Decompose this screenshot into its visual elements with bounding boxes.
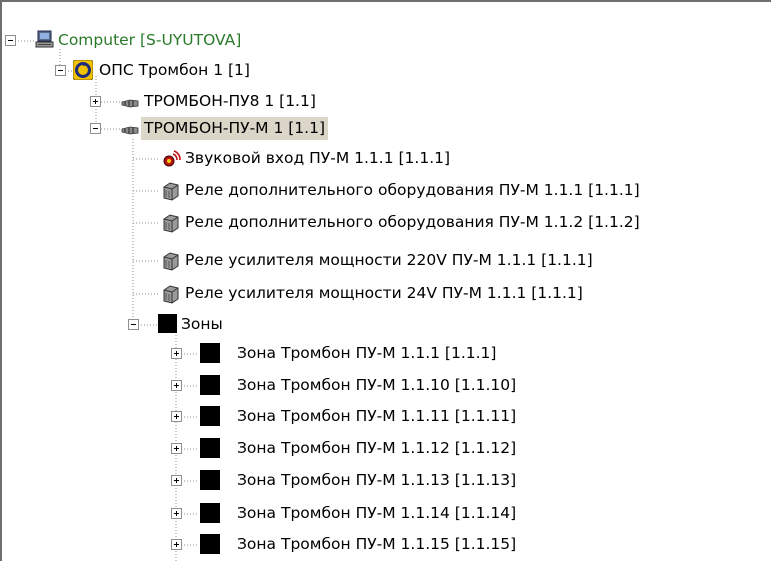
computer-icon [35, 30, 54, 48]
tree-node-label: ТРОМБОН-ПУ8 1 [1.1] [144, 92, 316, 110]
tree-node-zone[interactable]: Зона Тромбон ПУ-М 1.1.11 [1.1.11] [2, 403, 771, 431]
tree-node-pum[interactable]: ТРОМБОН-ПУ-М 1 [1.1] [2, 115, 771, 143]
tree-node-relay[interactable]: Реле усилителя мощности 220V ПУ-М 1.1.1 … [2, 247, 771, 275]
tree-node-relay[interactable]: Реле дополнительного оборудования ПУ-М 1… [2, 177, 771, 205]
tree-node-zone[interactable]: Зона Тромбон ПУ-М 1.1.1 [1.1.1] [2, 340, 771, 368]
tree-node-computer[interactable]: Computer [S-UYUTOVA] [2, 27, 771, 55]
tree-node-audio-input[interactable]: Звуковой вход ПУ-М 1.1.1 [1.1.1] [2, 145, 771, 173]
tree-node-zones[interactable]: Зоны [2, 311, 771, 339]
tree-node-label: Computer [S-UYUTOVA] [58, 31, 242, 49]
zone-icon [200, 534, 220, 554]
zone-icon [200, 375, 220, 395]
tree-node-label: Реле усилителя мощности 220V ПУ-М 1.1.1 … [185, 251, 593, 269]
tree-node-label: Зона Тромбон ПУ-М 1.1.14 [1.1.14] [237, 504, 517, 522]
relay-icon [163, 182, 179, 201]
tree-node-label: Зона Тромбон ПУ-М 1.1.13 [1.1.13] [237, 471, 517, 489]
tree-node-label: Зона Тромбон ПУ-М 1.1.1 [1.1.1] [237, 344, 497, 362]
tree-node-ops[interactable]: ОПС Тромбон 1 [1] [2, 57, 771, 85]
tree-node-label: Реле дополнительного оборудования ПУ-М 1… [185, 213, 640, 231]
tree-node-zone[interactable]: Зона Тромбон ПУ-М 1.1.10 [1.1.10] [2, 372, 771, 400]
expand-toggle[interactable] [90, 96, 101, 107]
tree-node-label: Зона Тромбон ПУ-М 1.1.12 [1.1.12] [237, 439, 517, 457]
zone-icon [200, 343, 220, 363]
zone-icon [200, 406, 220, 426]
tree-node-label: Зона Тромбон ПУ-М 1.1.15 [1.1.15] [237, 535, 517, 553]
ops-icon [73, 60, 93, 80]
zone-icon [200, 503, 220, 523]
tree-node-label: Зоны [181, 315, 223, 333]
tree-node-label: Зона Тромбон ПУ-М 1.1.10 [1.1.10] [237, 376, 517, 394]
collapse-toggle[interactable] [55, 65, 66, 76]
expand-toggle[interactable] [171, 443, 182, 454]
relay-icon [163, 214, 179, 233]
tree-node-label: Зона Тромбон ПУ-М 1.1.11 [1.1.11] [237, 407, 517, 425]
expand-toggle[interactable] [171, 348, 182, 359]
expand-toggle[interactable] [171, 380, 182, 391]
collapse-toggle[interactable] [90, 123, 101, 134]
device-icon [121, 126, 139, 135]
zone-icon [200, 470, 220, 490]
expand-toggle[interactable] [171, 508, 182, 519]
tree-node-relay[interactable]: Реле усилителя мощности 24V ПУ-М 1.1.1 [… [2, 280, 771, 308]
collapse-toggle[interactable] [128, 319, 139, 330]
expand-toggle[interactable] [171, 411, 182, 422]
device-icon [121, 99, 139, 108]
tree-node-pu8[interactable]: ТРОМБОН-ПУ8 1 [1.1] [2, 88, 771, 116]
tree-node-zone[interactable]: Зона Тромбон ПУ-М 1.1.13 [1.1.13] [2, 467, 771, 495]
zone-icon [200, 438, 220, 458]
tree-node-label: ОПС Тромбон 1 [1] [99, 61, 250, 79]
tree-node-zone[interactable]: Зона Тромбон ПУ-М 1.1.14 [1.1.14] [2, 500, 771, 528]
tree-node-label: Реле дополнительного оборудования ПУ-М 1… [185, 181, 640, 199]
relay-icon [163, 252, 179, 271]
tree-node-zone[interactable]: Зона Тромбон ПУ-М 1.1.15 [1.1.15] [2, 531, 771, 559]
zone-folder-icon [158, 314, 177, 333]
tree-node-label: Звуковой вход ПУ-М 1.1.1 [1.1.1] [185, 149, 451, 167]
tree-node-relay[interactable]: Реле дополнительного оборудования ПУ-М 1… [2, 209, 771, 237]
tree-node-zone[interactable]: Зона Тромбон ПУ-М 1.1.12 [1.1.12] [2, 435, 771, 463]
tree-node-label: ТРОМБОН-ПУ-М 1 [1.1] [141, 117, 328, 140]
device-tree-panel[interactable]: Computer [S-UYUTOVA] ОПС Тромбон 1 [1] Т… [0, 0, 771, 561]
collapse-toggle[interactable] [5, 35, 16, 46]
expand-toggle[interactable] [171, 539, 182, 550]
expand-toggle[interactable] [171, 475, 182, 486]
relay-icon [163, 285, 179, 304]
audio-input-icon [163, 150, 181, 167]
tree-node-label: Реле усилителя мощности 24V ПУ-М 1.1.1 [… [185, 284, 583, 302]
